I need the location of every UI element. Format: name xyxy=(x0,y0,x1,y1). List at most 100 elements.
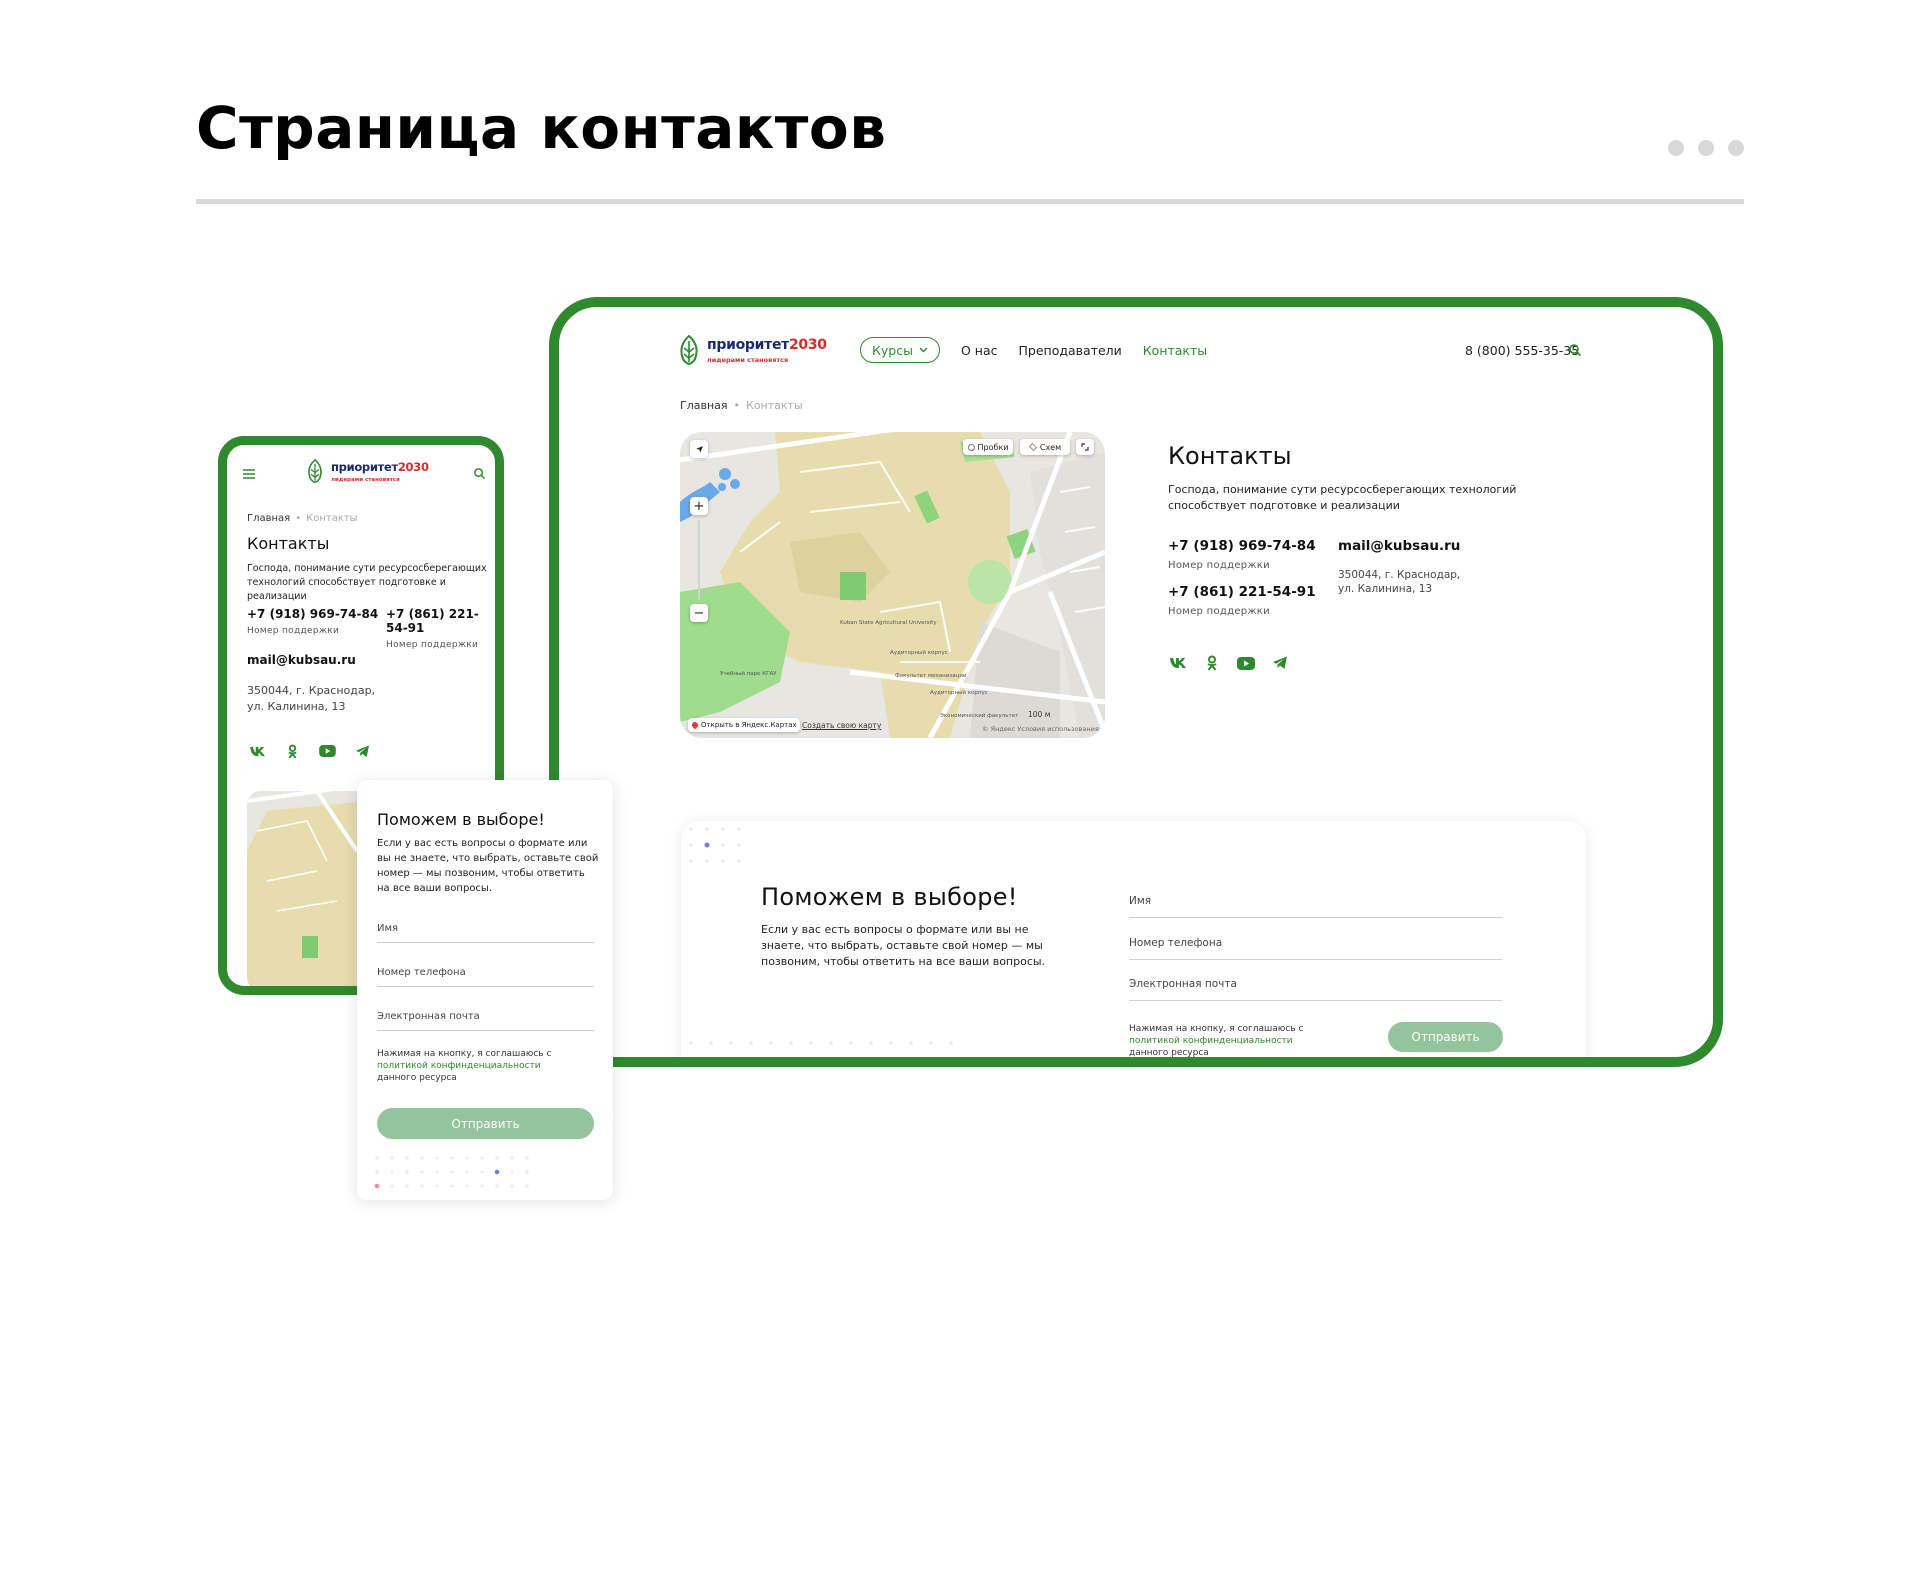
name-input[interactable]: Имя xyxy=(377,923,594,943)
map-label-aud2: Аудиторный корпус xyxy=(930,689,988,696)
address-line-1: 350044, г. Краснодар, xyxy=(1338,569,1461,581)
phone-2-caption: Номер поддержки xyxy=(386,640,479,650)
map-scale: 100 м xyxy=(1028,710,1051,719)
odnoklassniki-icon[interactable] xyxy=(1202,653,1222,673)
consent-line-1: Нажимая на кнопку, я соглашаюсь с xyxy=(1129,1024,1304,1034)
nav-teachers[interactable]: Преподаватели xyxy=(1019,343,1122,358)
dot xyxy=(1728,140,1744,156)
presentation-title: Страница контактов xyxy=(196,94,887,162)
phone-1-caption: Номер поддержки xyxy=(1168,560,1270,571)
courses-dropdown[interactable]: Курсы xyxy=(860,337,940,363)
form-title: Поможем в выборе! xyxy=(761,883,1018,911)
vk-icon[interactable] xyxy=(247,741,267,761)
phone-block-2: +7 (861) 221-54-91 Номер поддержки xyxy=(386,607,495,650)
telegram-icon[interactable] xyxy=(1270,653,1290,673)
address: 350044, г. Краснодар, ул. Калинина, 13 xyxy=(1338,568,1460,596)
zoom-slider[interactable] xyxy=(698,520,700,600)
contacts-lead: Господа, понимание сути ресурсосберегающ… xyxy=(1168,483,1517,512)
header-divider xyxy=(196,199,1744,204)
traffic-button[interactable]: Пробки xyxy=(963,439,1013,455)
email-input[interactable]: Электронная почта xyxy=(1129,978,1502,1001)
site-logo[interactable]: приоритет2030 лидерами становятся xyxy=(679,335,827,365)
yandex-map[interactable]: Kuban State Agricultural University Ауди… xyxy=(680,432,1105,738)
layers-button[interactable]: Схем xyxy=(1020,439,1070,455)
mobile-callback-form: Поможем в выборе! Если у вас есть вопрос… xyxy=(357,780,613,1200)
dot xyxy=(1668,140,1684,156)
consent-line-2: данного ресурса xyxy=(1129,1048,1209,1058)
consent-line-1: Нажимая на кнопку, я соглашаюсь с xyxy=(377,1049,552,1059)
dot-pattern xyxy=(374,1156,529,1189)
phone-2[interactable]: +7 (861) 221-54-91 xyxy=(1168,584,1316,600)
address-line-1: 350044, г. Краснодар, xyxy=(247,684,376,697)
main-nav: Курсы О нас Преподаватели Контакты xyxy=(860,337,1207,363)
dot-pattern-bottom xyxy=(689,1041,953,1045)
map-label-university: Kuban State Agricultural University xyxy=(840,620,937,626)
logo-year: 2030 xyxy=(788,336,827,353)
mobile-site-logo[interactable]: приоритет2030 лидерами становятся xyxy=(307,459,429,483)
courses-label: Курсы xyxy=(872,342,913,358)
search-icon[interactable] xyxy=(473,467,486,480)
consent-line-2: данного ресурса xyxy=(377,1073,457,1083)
locate-icon[interactable] xyxy=(690,440,708,458)
open-in-yandex-button[interactable]: Открыть в Яндекс.Картах xyxy=(688,718,800,732)
open-in-yandex-label: Открыть в Яндекс.Картах xyxy=(701,721,797,729)
form-title: Поможем в выборе! xyxy=(377,810,545,829)
email-link[interactable]: mail@kubsau.ru xyxy=(1338,538,1460,554)
search-icon[interactable] xyxy=(1568,343,1582,357)
zoom-out-icon[interactable]: − xyxy=(690,604,708,622)
address: 350044, г. Краснодар, ул. Калинина, 13 xyxy=(247,683,375,715)
privacy-link[interactable]: политикой конфинденциальности xyxy=(1129,1035,1329,1047)
logo-name: приоритет xyxy=(707,336,789,353)
email-block: mail@kubsau.ru 350044, г. Краснодар, ул.… xyxy=(1338,538,1460,596)
map-pin-icon xyxy=(690,720,700,730)
vk-icon[interactable] xyxy=(1168,653,1188,673)
logo-name: приоритет xyxy=(331,459,398,474)
logo-tagline: лидерами становятся xyxy=(707,355,789,364)
map-canvas[interactable]: Kuban State Agricultural University Ауди… xyxy=(680,432,1105,738)
email-link[interactable]: mail@kubsau.ru xyxy=(247,653,356,667)
submit-button[interactable]: Отправить xyxy=(1388,1022,1503,1052)
social-links xyxy=(1168,653,1290,673)
youtube-icon[interactable] xyxy=(317,741,337,761)
phone-1[interactable]: +7 (918) 969-74-84 xyxy=(1168,538,1316,554)
header-phone[interactable]: 8 (800) 555-35-35 xyxy=(1465,343,1579,358)
map-label-fac: Факультет механизации xyxy=(895,673,967,679)
map-label-aud1: Аудиторный корпус xyxy=(890,649,948,656)
phone-1[interactable]: +7 (918) 969-74-84 xyxy=(247,607,378,621)
phone-2[interactable]: +7 (861) 221-54-91 xyxy=(386,607,495,635)
contacts-section: Контакты Господа, понимание сути ресурсо… xyxy=(1168,442,1598,708)
layers-icon xyxy=(1028,443,1037,451)
privacy-link[interactable]: политикой конфинденциальности xyxy=(377,1060,594,1072)
phone-input[interactable]: Номер телефона xyxy=(1129,937,1502,960)
logo-year: 2030 xyxy=(397,459,429,474)
page-title: Контакты xyxy=(1168,442,1292,470)
nav-about[interactable]: О нас xyxy=(961,343,998,358)
map-copyright[interactable]: © Яндекс Условия использования xyxy=(982,725,1099,733)
menu-icon[interactable] xyxy=(243,469,255,479)
logo-tagline: лидерами становятся xyxy=(331,476,400,483)
phone-block-2: +7 (861) 221-54-91 Номер поддержки xyxy=(1168,584,1316,617)
breadcrumb-home[interactable]: Главная xyxy=(680,399,728,412)
odnoklassniki-icon[interactable] xyxy=(282,741,302,761)
traffic-icon xyxy=(967,443,975,451)
phone-block-1: +7 (918) 969-74-84 Номер поддержки xyxy=(247,607,378,636)
telegram-icon[interactable] xyxy=(352,741,372,761)
callback-form: Поможем в выборе! Если у вас есть вопрос… xyxy=(681,821,1586,1058)
page-title: Контакты xyxy=(247,534,330,553)
zoom-in-icon[interactable]: + xyxy=(690,497,708,515)
nav-contacts[interactable]: Контакты xyxy=(1143,343,1207,358)
fullscreen-icon[interactable] xyxy=(1076,439,1094,455)
phone-input[interactable]: Номер телефона xyxy=(377,967,594,987)
create-map-link[interactable]: Создать свою карту xyxy=(802,721,881,730)
breadcrumb: Главная • Контакты xyxy=(680,399,803,412)
desktop-page: приоритет2030 лидерами становятся Курсы … xyxy=(559,307,1713,1057)
breadcrumb-home[interactable]: Главная xyxy=(247,513,290,524)
desktop-mockup: приоритет2030 лидерами становятся Курсы … xyxy=(549,297,1723,1067)
form-lead: Если у вас есть вопросы о формате или вы… xyxy=(377,838,599,894)
form-lead: Если у вас есть вопросы о формате или вы… xyxy=(761,923,1046,968)
contacts-lead: Господа, понимание сути ресурсосберегающ… xyxy=(247,563,487,602)
submit-button[interactable]: Отправить xyxy=(377,1108,594,1139)
youtube-icon[interactable] xyxy=(1236,653,1256,673)
name-input[interactable]: Имя xyxy=(1129,895,1502,918)
email-input[interactable]: Электронная почта xyxy=(377,1011,594,1031)
